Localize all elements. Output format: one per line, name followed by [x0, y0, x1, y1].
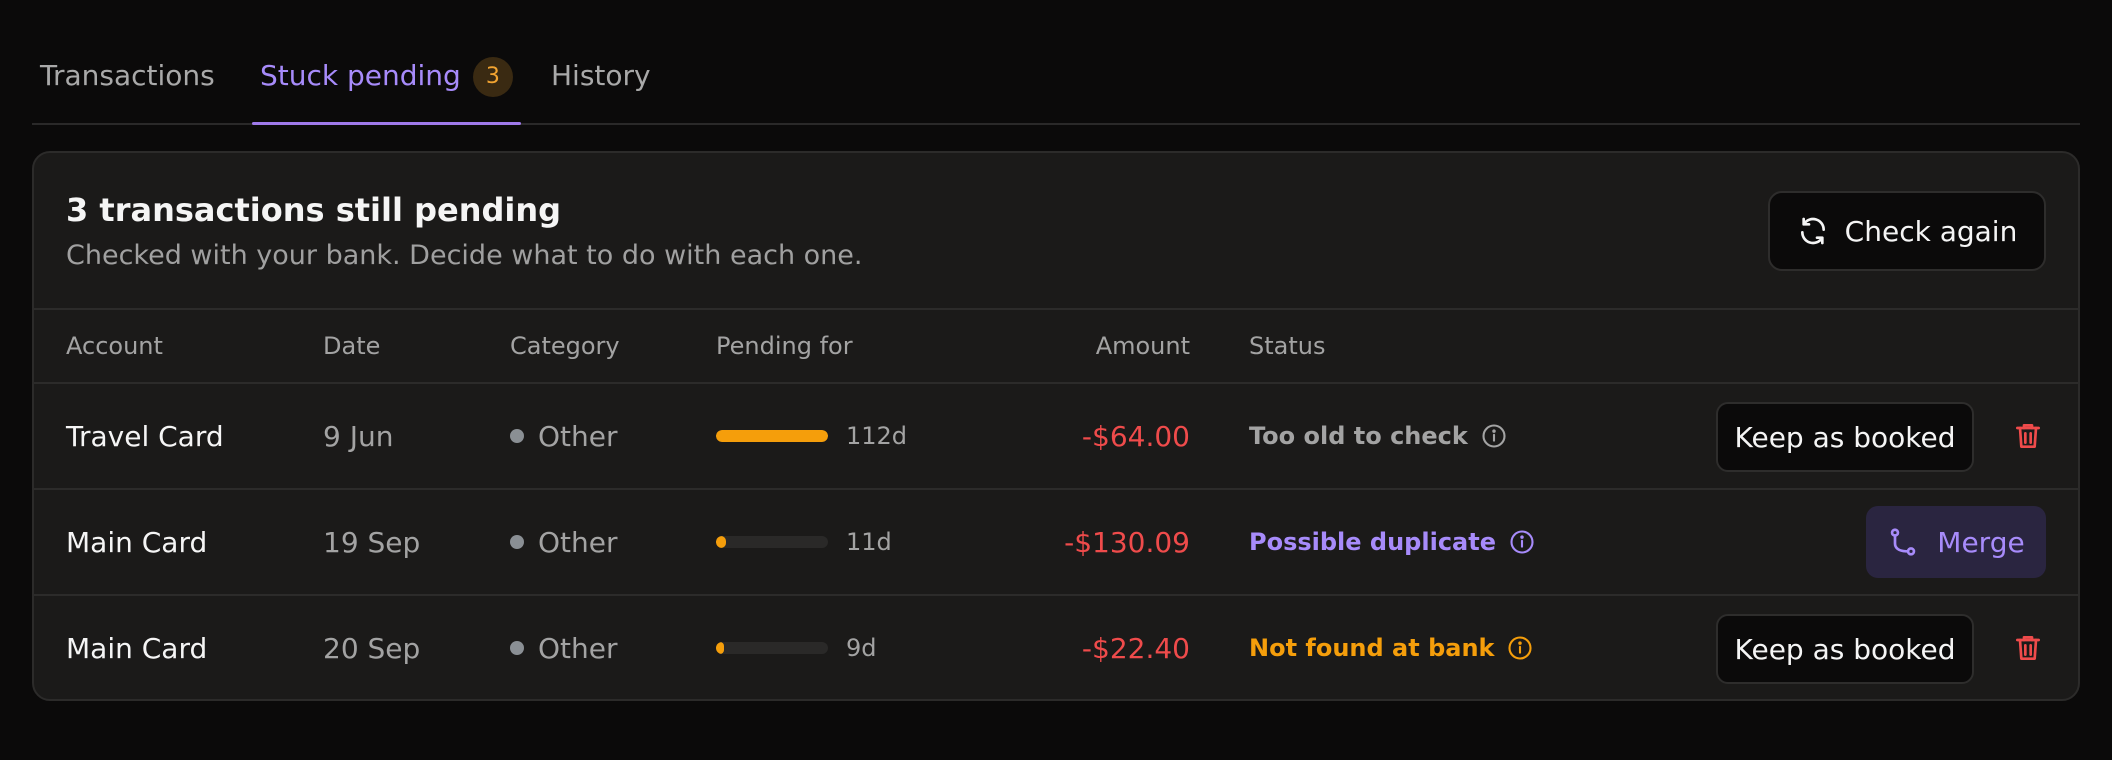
amount: -$64.00 [1081, 419, 1190, 453]
status-label: Not found at bank [1249, 634, 1495, 662]
table-row: Travel Card 9 Jun Other 112d -$64.00 Too… [34, 384, 2078, 490]
count-badge: 3 [472, 57, 513, 97]
trash-icon [2016, 636, 2040, 660]
account-name: Main Card [66, 631, 208, 665]
status: Too old to check [1249, 384, 1508, 488]
table-row: Main Card 20 Sep Other 9d -$22.40 Not fo… [34, 596, 2078, 699]
tab-label: History [551, 59, 651, 92]
category: Other [510, 596, 618, 699]
category-dot [510, 535, 524, 549]
transaction-date: 9 Jun [323, 419, 394, 453]
pending-duration: 11d [716, 490, 892, 594]
table-header: Account Date Category Pending for Amount… [34, 310, 2078, 384]
table-row: Main Card 19 Sep Other 11d -$130.09 Poss… [34, 490, 2078, 596]
header-amount: Amount [1095, 332, 1190, 360]
pending-duration: 112d [716, 384, 907, 488]
amount: -$22.40 [1081, 631, 1190, 665]
header-status: Status [1249, 332, 1326, 360]
header-date: Date [323, 332, 381, 360]
category-dot [510, 641, 524, 655]
category-label: Other [538, 419, 618, 453]
refresh-icon [1800, 217, 1825, 245]
account-name: Main Card [66, 525, 208, 559]
pending-bar [716, 536, 828, 548]
tab-bar: Transactions Stuck pending 3 History [32, 0, 2080, 125]
category-label: Other [538, 525, 618, 559]
status: Possible duplicate [1249, 490, 1536, 594]
tab-history[interactable]: History [551, 52, 651, 124]
category-label: Other [538, 631, 618, 665]
check-again-label: Check again [1844, 214, 2018, 248]
status: Not found at bank [1249, 596, 1534, 699]
trash-icon [2016, 424, 2040, 448]
tab-transactions[interactable]: Transactions [40, 52, 215, 124]
keep-as-booked-button[interactable]: Keep as booked [1716, 402, 1974, 472]
pending-bar-fill [716, 642, 724, 654]
status-label: Too old to check [1249, 422, 1468, 450]
merge-icon [1891, 528, 1916, 556]
merge-label: Merge [1937, 525, 2025, 559]
delete-button[interactable] [2010, 418, 2046, 454]
panel-subtitle: Checked with your bank. Decide what to d… [66, 240, 863, 271]
amount: -$130.09 [1064, 525, 1190, 559]
delete-button[interactable] [2010, 630, 2046, 666]
pending-duration: 9d [716, 596, 877, 699]
info-icon[interactable] [1506, 634, 1534, 662]
pending-days: 9d [846, 634, 877, 662]
keep-as-booked-button[interactable]: Keep as booked [1716, 614, 1974, 684]
pending-bar-fill [716, 430, 828, 442]
merge-button[interactable]: Merge [1866, 506, 2046, 578]
pending-days: 112d [846, 422, 908, 450]
pending-bar-fill [716, 536, 727, 548]
header-category: Category [510, 332, 620, 360]
panel-header: 3 transactions still pending Checked wit… [34, 153, 2078, 310]
tab-label: Transactions [40, 59, 215, 92]
pending-panel: 3 transactions still pending Checked wit… [32, 151, 2080, 701]
status-label: Possible duplicate [1249, 528, 1496, 556]
pending-bar [716, 642, 828, 654]
category: Other [510, 490, 618, 594]
tab-stuck-pending[interactable]: Stuck pending 3 [252, 52, 521, 125]
transaction-date: 19 Sep [323, 525, 421, 559]
tab-label: Stuck pending [260, 59, 461, 92]
check-again-button[interactable]: Check again [1768, 191, 2046, 271]
pending-days: 11d [846, 528, 892, 556]
panel-title: 3 transactions still pending [66, 191, 562, 229]
info-icon[interactable] [1508, 528, 1536, 556]
category-dot [510, 429, 524, 443]
account-name: Travel Card [66, 419, 224, 453]
info-icon[interactable] [1480, 422, 1508, 450]
header-pending-for: Pending for [716, 332, 853, 360]
category: Other [510, 384, 618, 488]
header-account: Account [66, 332, 163, 360]
pending-bar [716, 430, 828, 442]
transaction-date: 20 Sep [323, 631, 421, 665]
